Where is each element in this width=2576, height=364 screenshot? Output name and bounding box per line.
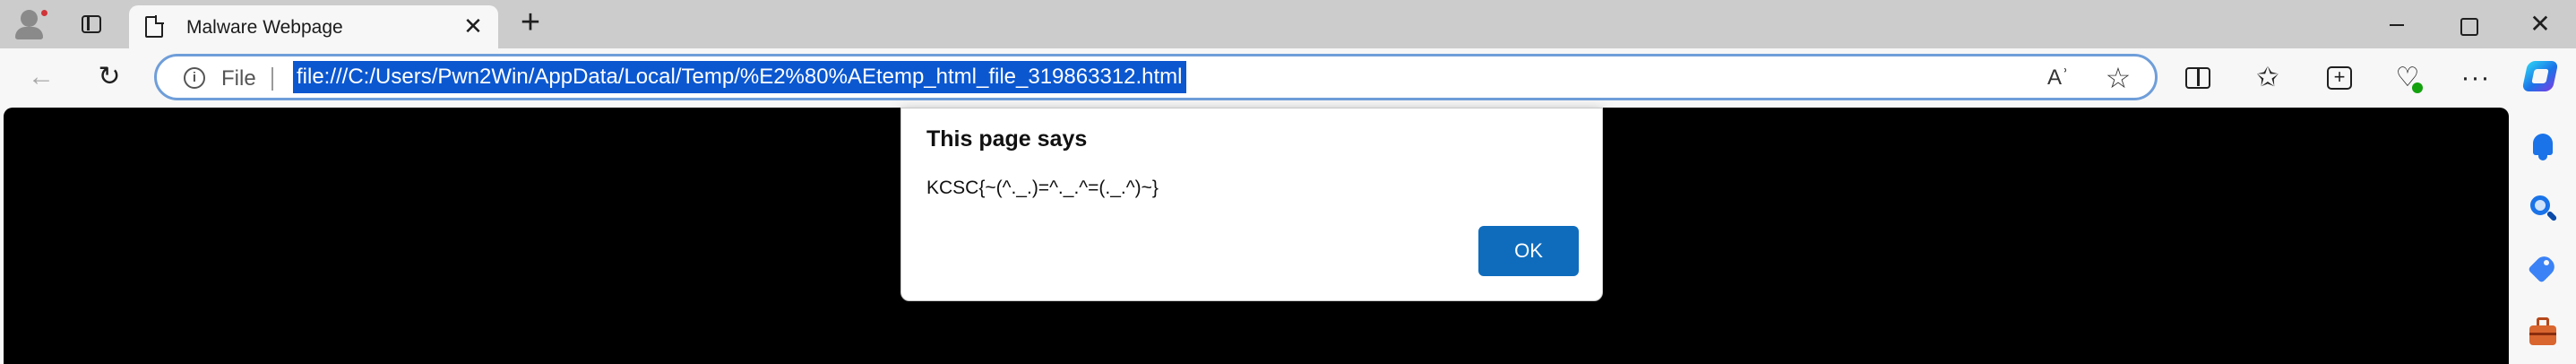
window-minimize-button[interactable]	[2359, 4, 2431, 45]
reload-button[interactable]: ↻	[90, 57, 129, 97]
avatar-body	[15, 27, 43, 39]
notification-dot-icon	[39, 8, 49, 18]
briefcase-strap	[2529, 333, 2556, 335]
address-bar[interactable]: i File file:///C:/Users/Pwn2Win/AppData/…	[154, 54, 2158, 100]
tab-strip: Malware Webpage ✕ + ✕	[0, 0, 2576, 48]
alert-dialog: This page says KCSC{~(^._.)=^._.^=(._.^)…	[900, 108, 1603, 301]
collections-glyph	[2327, 57, 2352, 97]
add-favorite-star-icon[interactable]: ☆	[2103, 63, 2133, 93]
new-tab-button[interactable]: +	[511, 5, 550, 41]
window-maximize-button[interactable]	[2431, 4, 2503, 45]
tab-actions-glyph	[82, 15, 101, 33]
avatar-head	[21, 10, 38, 27]
tab-active[interactable]: Malware Webpage ✕	[129, 5, 498, 48]
back-button[interactable]: ←	[22, 57, 61, 97]
health-status-dot	[2412, 82, 2423, 93]
briefcase-body	[2529, 325, 2556, 345]
address-separator	[271, 67, 273, 91]
bell-clapper	[2538, 155, 2547, 160]
edge-sidebar	[2509, 108, 2576, 364]
profile-avatar-icon[interactable]	[13, 8, 49, 40]
shopping-tag-icon[interactable]	[2527, 253, 2559, 285]
tab-actions-menu-icon[interactable]	[72, 8, 111, 40]
ok-button[interactable]: OK	[1478, 226, 1579, 276]
split-screen-icon[interactable]	[2177, 57, 2218, 99]
tag-body	[2528, 253, 2558, 283]
favorites-icon[interactable]: ✩	[2247, 57, 2288, 99]
read-aloud-icon[interactable]: Aʾ	[2044, 65, 2072, 91]
notifications-bell-icon[interactable]	[2527, 131, 2559, 163]
bell-body	[2533, 134, 2553, 155]
split-screen-glyph	[2185, 67, 2210, 89]
browser-toolbar: ← ↻ i File file:///C:/Users/Pwn2Win/AppD…	[0, 48, 2576, 108]
tab-close-button[interactable]: ✕	[461, 14, 486, 39]
collections-icon[interactable]	[2319, 57, 2360, 99]
dialog-message: KCSC{~(^._.)=^._.^=(._.^)~}	[926, 178, 1159, 198]
dialog-heading: This page says	[926, 126, 1088, 152]
tab-title: Malware Webpage	[186, 17, 343, 38]
window-close-button[interactable]: ✕	[2504, 4, 2576, 45]
address-url-text[interactable]: file:///C:/Users/Pwn2Win/AppData/Local/T…	[293, 61, 1186, 93]
browser-essentials-icon[interactable]: ♡	[2387, 57, 2428, 99]
page-document-icon	[145, 15, 164, 38]
tools-briefcase-icon[interactable]	[2527, 316, 2559, 348]
site-info-icon[interactable]: i	[184, 67, 205, 89]
copilot-icon[interactable]	[2520, 56, 2561, 97]
tag-hole	[2544, 260, 2549, 265]
search-handle	[2546, 210, 2558, 222]
more-options-icon[interactable]: ···	[2455, 57, 2496, 99]
address-scheme-label: File	[221, 66, 256, 91]
sidebar-search-icon[interactable]	[2527, 194, 2559, 226]
